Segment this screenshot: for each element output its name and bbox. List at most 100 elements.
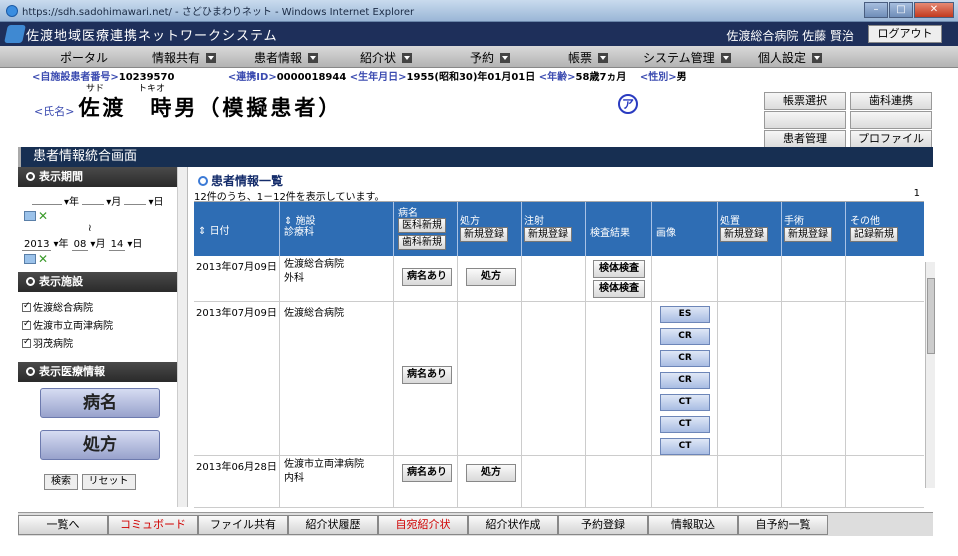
patient-header: <自施設患者番号>10239570 <連携ID>0000018944 <生年月日… (18, 68, 758, 150)
tab-received-referrals[interactable]: 自宛紹介状 (378, 515, 468, 535)
page-number: 1 (913, 188, 920, 199)
image-ct-button[interactable]: CT (660, 394, 710, 411)
blank-button-2[interactable] (850, 111, 932, 129)
user-info: 佐渡総合病院 佐藤 賢治 (726, 29, 854, 43)
menu-system-admin[interactable]: システム管理 (643, 49, 731, 66)
from-day-select[interactable] (124, 204, 147, 205)
search-icon (26, 277, 35, 286)
col-lab: 検査結果 (586, 202, 652, 256)
col-facility[interactable]: ⇕ 施設 診療科 (280, 202, 394, 256)
other-new-button[interactable]: 記録新規 (850, 227, 898, 242)
period-header: 表示期間 (18, 167, 187, 187)
dental-link-button[interactable]: 歯科連携 (850, 92, 932, 110)
disease-exists-button[interactable]: 病名あり (402, 268, 452, 286)
tab-community-board[interactable]: コミュボード (108, 515, 198, 535)
logout-button[interactable]: ログアウト (868, 25, 942, 43)
image-cr-button[interactable]: CR (660, 328, 710, 345)
col-procedure: 処置 新規登録 (718, 202, 782, 256)
menu-forms[interactable]: 帳票 (568, 49, 609, 66)
image-cr-button[interactable]: CR (660, 372, 710, 389)
patient-info-line: <自施設患者番号>10239570 <連携ID>0000018944 <生年月日… (32, 72, 687, 83)
lab-test-button[interactable]: 検体検査 (593, 260, 645, 278)
menu-reservation[interactable]: 予約 (470, 49, 511, 66)
surgery-new-button[interactable]: 新規登録 (784, 227, 832, 242)
patient-name-row: <氏名> 佐渡 時男（模擬患者） (34, 96, 343, 120)
search-button[interactable]: 検索 (44, 474, 78, 490)
from-month-select[interactable] (82, 204, 105, 205)
reset-button[interactable]: リセット (81, 474, 136, 490)
page-title: 患者情報統合画面 (18, 147, 933, 167)
col-other: その他 記録新規 (846, 202, 924, 256)
prescription-button[interactable]: 処方 (466, 464, 516, 482)
result-count: 12件のうち、1－12件を表示しています。 1 (194, 188, 924, 203)
tab-register-reservation[interactable]: 予約登録 (558, 515, 648, 535)
table-header: ⇕ 日付 ⇕ 施設 診療科 病名 医科新規 歯科新規 処方 新規登録 注射 新規登… (194, 202, 924, 256)
procedure-new-button[interactable]: 新規登録 (720, 227, 768, 242)
bottom-taskbar: 一覧へ コミュボード ファイル共有 紹介状履歴 自宛紹介状 紹介状作成 予約登録… (18, 512, 933, 536)
close-button[interactable]: ✕ (914, 2, 954, 18)
disease-exists-button[interactable]: 病名あり (402, 366, 452, 384)
calendar-icon[interactable] (24, 211, 36, 221)
to-year-select[interactable]: 2013 (22, 239, 52, 251)
patient-sex: 男 (676, 72, 687, 83)
prescription-button[interactable]: 処方 (466, 268, 516, 286)
disease-new-medical-button[interactable]: 医科新規 (398, 218, 446, 233)
clear-icon[interactable]: ✕ (38, 209, 48, 223)
minimize-button[interactable]: – (864, 2, 888, 18)
tab-import-info[interactable]: 情報取込 (648, 515, 738, 535)
facility-checkbox[interactable]: 佐渡総合病院 (22, 299, 187, 314)
date-from-row: ▾年 ▾月 ▾日 (18, 187, 187, 208)
ie-icon (6, 4, 18, 17)
disease-button[interactable]: 病名 (40, 388, 160, 418)
sidebar-scrollbar[interactable] (177, 167, 187, 507)
scrollbar-thumb[interactable] (927, 278, 935, 354)
col-date[interactable]: ⇕ 日付 (194, 202, 280, 256)
from-year-select[interactable] (32, 204, 62, 205)
injection-new-button[interactable]: 新規登録 (524, 227, 572, 242)
profile-button[interactable]: プロファイル (850, 130, 932, 148)
chevron-down-icon (598, 53, 609, 63)
tab-my-reservations[interactable]: 自予約一覧 (738, 515, 828, 535)
blank-button-1[interactable] (764, 111, 846, 129)
tab-file-share[interactable]: ファイル共有 (198, 515, 288, 535)
chevron-down-icon (812, 53, 823, 63)
patient-manage-button[interactable]: 患者管理 (764, 130, 846, 148)
tab-create-referral[interactable]: 紹介状作成 (468, 515, 558, 535)
tab-referral-history[interactable]: 紹介状履歴 (288, 515, 378, 535)
app-header: 佐渡地域医療連携ネットワークシステム 佐渡総合病院 佐藤 賢治 ログアウト (0, 22, 958, 46)
table-body: 2013年07月09日 佐渡総合病院 外科 病名あり 処方 検体検査 検体検査 2… (194, 256, 924, 508)
maximize-button[interactable]: □ (889, 2, 913, 18)
col-disease: 病名 医科新規 歯科新規 (394, 202, 458, 256)
disease-new-dental-button[interactable]: 歯科新規 (398, 235, 446, 250)
facility-checkbox[interactable]: 佐渡市立両津病院 (22, 317, 187, 332)
facility-checkbox[interactable]: 羽茂病院 (22, 335, 187, 350)
menu-patient-info[interactable]: 患者情報 (254, 49, 319, 66)
image-ct-button[interactable]: CT (660, 416, 710, 433)
report-select-button[interactable]: 帳票選択 (764, 92, 846, 110)
to-month-select[interactable]: 08 (71, 239, 89, 251)
menu-personal-settings[interactable]: 個人設定 (758, 49, 823, 66)
table-scrollbar[interactable] (925, 262, 935, 488)
chevron-down-icon (720, 53, 731, 63)
table-row: 2013年07月09日 (194, 256, 280, 302)
disease-exists-button[interactable]: 病名あり (402, 464, 452, 482)
table-row: 2013年06月28日 (194, 456, 280, 508)
chevron-down-icon (500, 53, 511, 63)
list-title: 患者情報一覧 (198, 172, 283, 189)
tab-back-to-list[interactable]: 一覧へ (18, 515, 108, 535)
col-rx: 処方 新規登録 (458, 202, 522, 256)
image-ct-button[interactable]: CT (660, 438, 710, 455)
medinfo-header: 表示医療情報 (18, 362, 187, 382)
menu-portal[interactable]: ポータル (60, 49, 108, 66)
table-row: 2013年07月09日 (194, 302, 280, 456)
prescription-button[interactable]: 処方 (40, 430, 160, 460)
clear-icon[interactable]: ✕ (38, 252, 48, 266)
menu-referral[interactable]: 紹介状 (360, 49, 413, 66)
calendar-icon[interactable] (24, 254, 36, 264)
to-day-select[interactable]: 14 (108, 239, 126, 251)
image-cr-button[interactable]: CR (660, 350, 710, 367)
lab-test-button[interactable]: 検体検査 (593, 280, 645, 298)
menu-info-share[interactable]: 情報共有 (152, 49, 217, 66)
rx-new-button[interactable]: 新規登録 (460, 227, 508, 242)
image-es-button[interactable]: ES (660, 306, 710, 323)
